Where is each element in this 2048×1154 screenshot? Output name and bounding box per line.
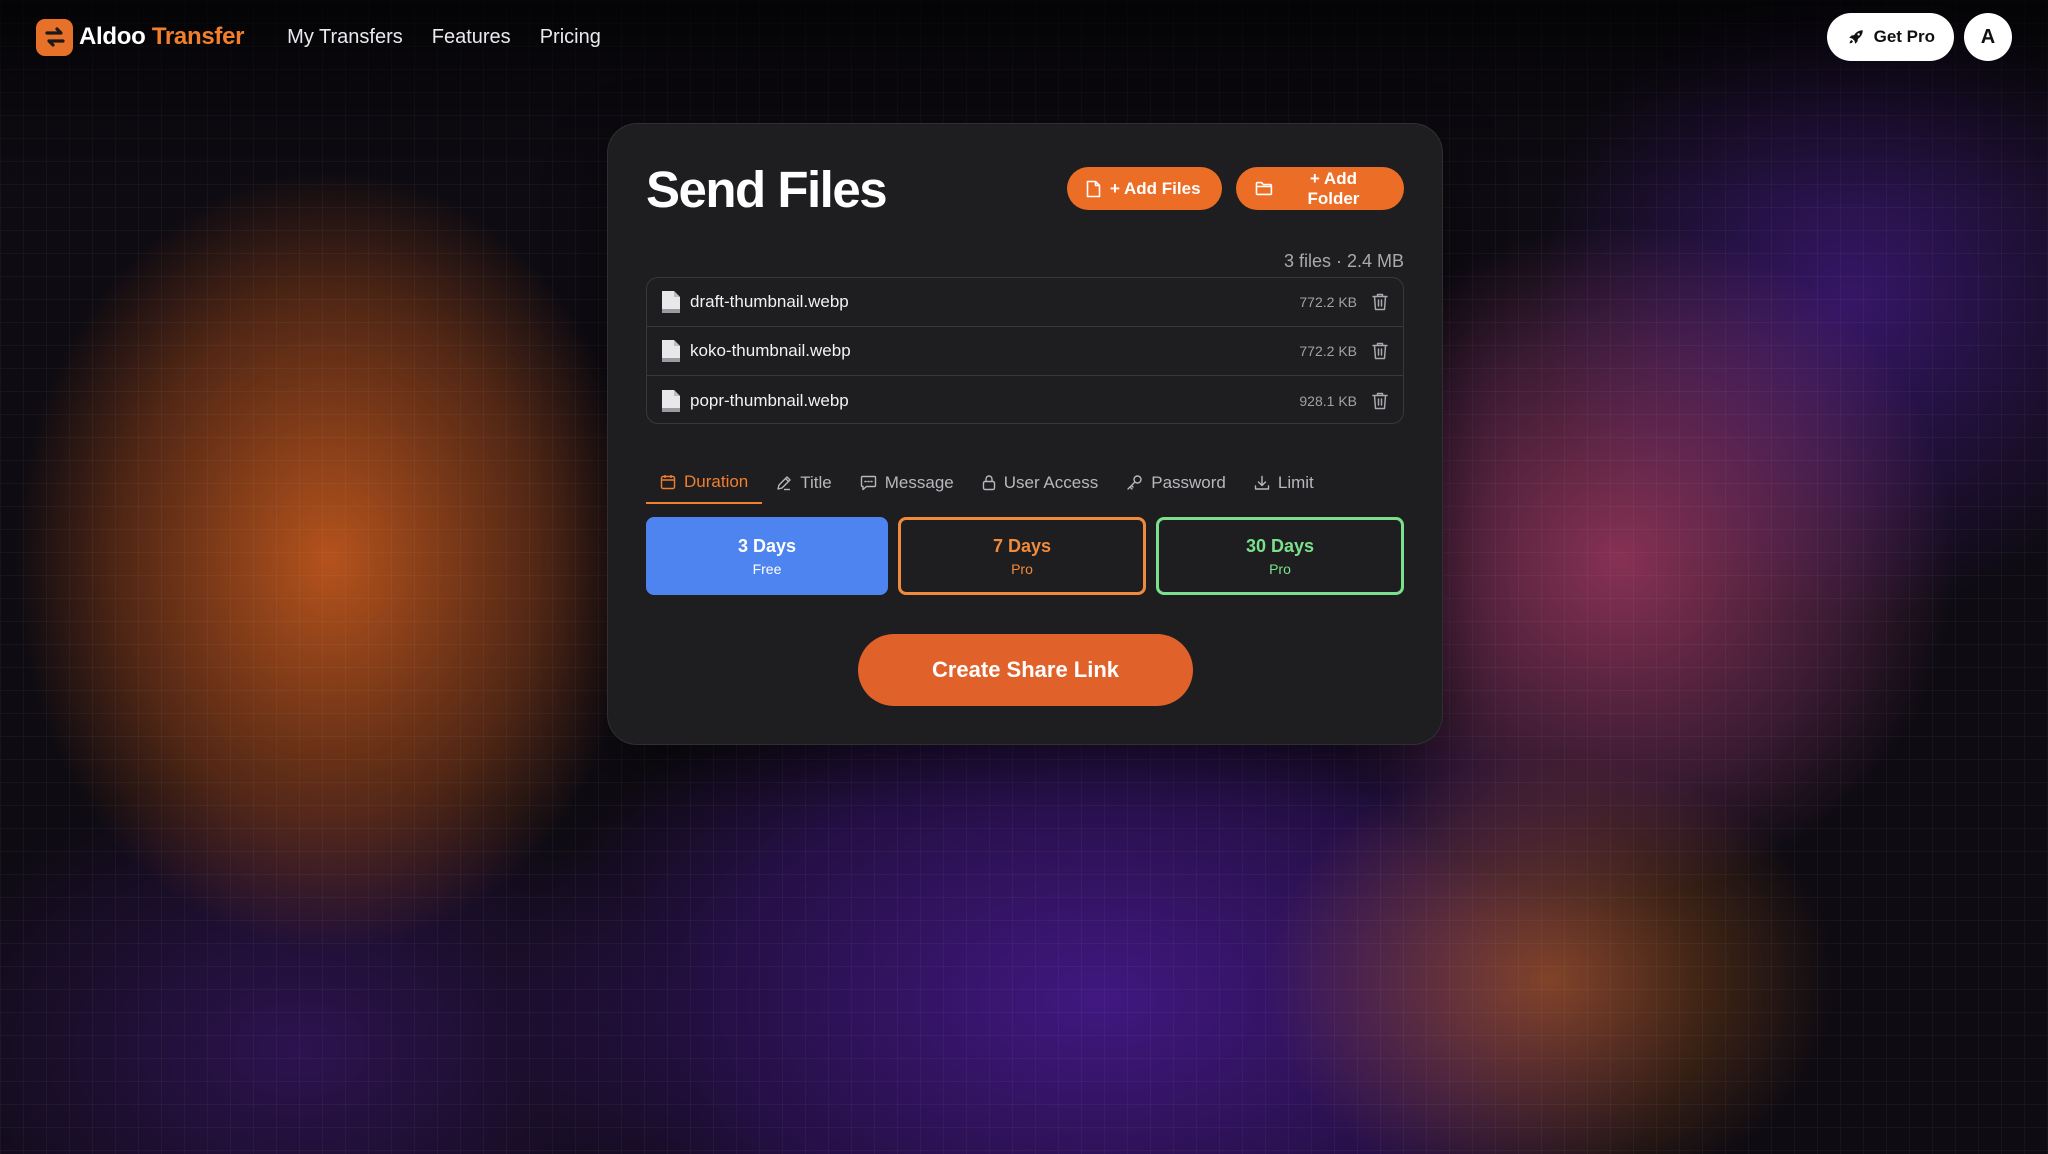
tab-duration[interactable]: Duration (646, 461, 763, 504)
tab-message[interactable]: Message (846, 461, 968, 504)
add-files-button[interactable]: + Add Files (1067, 167, 1222, 210)
tab-label: Duration (684, 471, 749, 491)
create-share-link-button[interactable]: Create Share Link (858, 634, 1193, 706)
download-icon (1254, 475, 1270, 490)
files-summary: 3 files · 2.4 MB (1283, 251, 1404, 271)
folder-icon (1255, 181, 1273, 196)
duration-label: 3 Days (737, 535, 797, 556)
add-folder-button[interactable]: + Add Folder (1236, 167, 1404, 210)
get-pro-label: Get Pro (1873, 27, 1935, 46)
file-size: 772.2 KB (1299, 294, 1357, 310)
header-actions: Get Pro A (1826, 13, 2012, 61)
duration-option-3-days[interactable]: 3 Days Free (646, 517, 888, 595)
file-list: draft-thumbnail.webp 772.2 KB koko-thumb… (646, 277, 1404, 424)
edit-icon (777, 475, 791, 490)
avatar[interactable]: A (1964, 13, 2012, 61)
key-icon (1127, 475, 1142, 490)
duration-option-7-days[interactable]: 7 Days Pro (898, 517, 1146, 595)
document-icon (662, 291, 680, 313)
main-nav: My Transfers Features Pricing (287, 26, 601, 49)
settings-tabs: Duration Title Message User Access Passw… (646, 461, 1404, 504)
file-icon (1086, 180, 1101, 197)
tab-title[interactable]: Title (762, 461, 846, 504)
rocket-icon (1848, 30, 1863, 44)
trash-icon[interactable] (1371, 292, 1389, 312)
nav-features[interactable]: Features (432, 26, 511, 49)
calendar-icon (660, 474, 676, 489)
tab-label: Title (800, 472, 832, 492)
brand-name-primary: Aldoo (79, 23, 146, 50)
duration-tier: Pro (1011, 560, 1033, 577)
duration-tier: Pro (1269, 560, 1291, 577)
file-row: popr-thumbnail.webp 928.1 KB (647, 376, 1403, 423)
file-name: popr-thumbnail.webp (690, 390, 849, 410)
duration-tier: Free (752, 560, 782, 577)
duration-label: 7 Days (992, 535, 1052, 556)
file-size: 928.1 KB (1299, 392, 1357, 409)
duration-options: 3 Days Free 7 Days Pro 30 Days Pro (646, 517, 1404, 595)
file-row: koko-thumbnail.webp 772.2 KB (647, 327, 1403, 376)
tab-label: Password (1151, 472, 1226, 492)
file-name: draft-thumbnail.webp (690, 292, 849, 311)
tab-limit[interactable]: Limit (1240, 461, 1328, 504)
file-size: 772.2 KB (1299, 343, 1357, 359)
brand-name-secondary: Transfer (151, 23, 245, 50)
trash-icon[interactable] (1371, 391, 1389, 411)
message-icon (860, 475, 876, 490)
tab-label: Message (884, 472, 954, 492)
brand[interactable]: Aldoo Transfer (36, 18, 244, 56)
top-header: Aldoo Transfer My Transfers Features Pri… (0, 0, 2048, 74)
page-title: Send Files (646, 161, 888, 218)
duration-option-30-days[interactable]: 30 Days Pro (1156, 517, 1404, 595)
nav-my-transfers[interactable]: My Transfers (287, 26, 403, 49)
get-pro-button[interactable]: Get Pro (1826, 13, 1954, 61)
tab-label: Limit (1277, 472, 1314, 492)
document-icon (662, 389, 680, 412)
add-files-label: + Add Files (1110, 178, 1201, 198)
lock-icon (982, 475, 995, 491)
document-icon (662, 340, 680, 362)
tab-user-access[interactable]: User Access (968, 461, 1112, 504)
add-folder-label: + Add Folder (1307, 168, 1360, 208)
brand-name: Aldoo Transfer (79, 23, 244, 51)
file-name: koko-thumbnail.webp (690, 341, 851, 360)
send-files-card: Send Files + Add Files + Add Folder 3 fi… (607, 123, 1443, 745)
trash-icon[interactable] (1371, 341, 1389, 361)
tab-label: User Access (1003, 472, 1099, 492)
nav-pricing[interactable]: Pricing (540, 26, 601, 49)
file-row: draft-thumbnail.webp 772.2 KB (647, 278, 1403, 327)
duration-label: 30 Days (1245, 535, 1315, 556)
logo-icon (36, 18, 73, 56)
tab-password[interactable]: Password (1112, 461, 1240, 504)
